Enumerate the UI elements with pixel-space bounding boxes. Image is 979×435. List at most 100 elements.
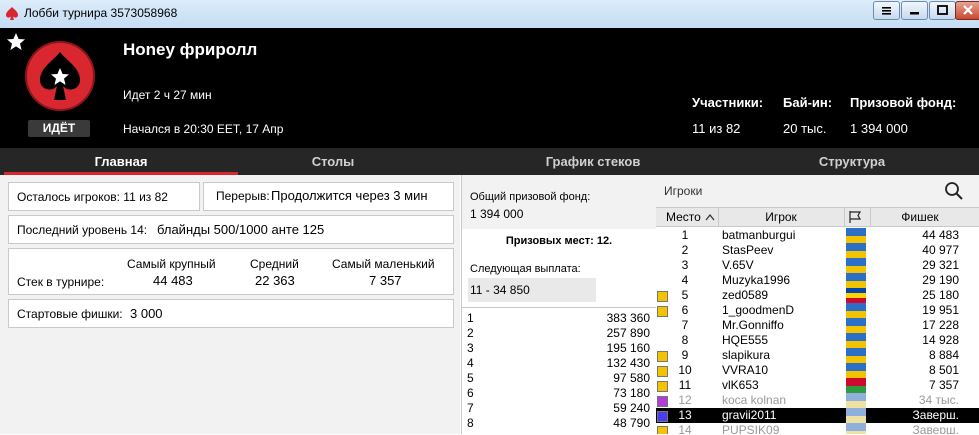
player-place: 14 — [678, 423, 692, 434]
col-chips[interactable]: Фишек — [870, 210, 970, 224]
player-row[interactable]: 9 slapikura 8 884 — [656, 348, 979, 363]
player-search-input[interactable]: Игроки — [664, 184, 702, 198]
search-icon[interactable] — [944, 181, 964, 201]
players-table-header: Место Игрок Фишек — [656, 208, 979, 227]
player-row[interactable]: 12 koca kolnan 34 тыс. — [656, 393, 979, 408]
payout-row: 7 59 240 — [462, 401, 656, 416]
player-name: Mr.Gonniffo — [722, 318, 784, 332]
favorite-star-icon[interactable] — [6, 32, 26, 52]
maximize-button[interactable] — [929, 1, 956, 20]
prize-pool-label: Общий призовой фонд: — [470, 191, 591, 203]
player-row[interactable]: 5 zed0589 25 180 — [656, 288, 979, 303]
payout-amount: 195 160 — [606, 341, 650, 355]
player-country-flag-icon — [846, 408, 866, 423]
tab-stack-chart[interactable]: График стеков — [470, 148, 716, 175]
minimize-button[interactable] — [901, 1, 928, 20]
payout-place: 7 — [467, 401, 474, 415]
payout-place: 2 — [467, 326, 474, 340]
participants-value: 11 из 82 — [692, 121, 741, 136]
player-chips: 25 180 — [922, 288, 959, 302]
player-row[interactable]: 4 Muzyka1996 29 190 — [656, 273, 979, 288]
player-place: 13 — [678, 408, 692, 422]
payout-row: 3 195 160 — [462, 341, 656, 356]
player-name: slapikura — [722, 348, 771, 362]
player-chips: Заверш. — [912, 408, 959, 422]
player-chips: 8 884 — [928, 348, 959, 362]
sort-ascending-icon[interactable] — [705, 213, 715, 221]
buyin-label: Бай-ин: — [783, 95, 833, 110]
player-place: 1 — [681, 228, 689, 242]
player-row[interactable]: 8 HQE555 14 928 — [656, 333, 979, 348]
flag-column-icon[interactable] — [847, 210, 863, 224]
buyin-value: 20 тыс. — [783, 121, 827, 136]
player-place: 12 — [678, 393, 692, 407]
starting-chips-box: Стартовые фишки: 3 000 — [8, 299, 454, 328]
largest-stack-value: 44 483 — [153, 273, 193, 288]
prize-pool-value: 1 394 000 — [470, 207, 524, 221]
window-title-bar[interactable]: Лобби турнира 3573058968 — [0, 0, 979, 29]
col-player[interactable]: Игрок — [718, 210, 844, 224]
player-place: 11 — [678, 378, 692, 392]
average-stack-label: Средний — [250, 257, 299, 271]
prize-panel: Общий призовой фонд: 1 394 000 Призовых … — [461, 175, 657, 435]
player-country-flag-icon — [846, 273, 866, 288]
player-country-flag-icon — [846, 228, 866, 243]
col-place[interactable]: Место — [666, 210, 701, 224]
next-payout-field: 11 - 34 850 — [468, 278, 596, 302]
player-row[interactable]: 11 vlK653 7 357 — [656, 378, 979, 393]
player-row[interactable]: 10 VVRA10 8 501 — [656, 363, 979, 378]
player-country-flag-icon — [846, 348, 866, 363]
stack-box: Стек в турнире: Самый крупный 44 483 Сре… — [8, 248, 454, 295]
player-chips: 44 483 — [922, 228, 959, 242]
maximize-icon — [937, 5, 948, 15]
player-chips: 8 501 — [928, 363, 959, 377]
player-place: 9 — [681, 348, 689, 362]
starting-chips-label: Стартовые фишки: — [17, 307, 123, 321]
player-country-flag-icon — [846, 243, 866, 258]
player-search-bar[interactable]: Игроки — [656, 175, 979, 208]
payout-amount: 383 360 — [606, 311, 650, 325]
player-chips: 19 951 — [922, 303, 959, 317]
window-title: Лобби турнира 3573058968 — [24, 6, 178, 20]
player-country-flag-icon — [846, 288, 866, 303]
player-name: V.65V — [722, 258, 754, 272]
player-country-flag-icon — [846, 318, 866, 333]
player-row[interactable]: 14 PUPSIK09 Заверш. — [656, 423, 979, 434]
player-row[interactable]: 6 1_goodmenD 19 951 — [656, 303, 979, 318]
player-name: koca kolnan — [722, 393, 787, 407]
player-name: zed0589 — [722, 288, 769, 302]
break-label: Перерыв: — [216, 189, 270, 203]
stack-label: Стек в турнире: — [17, 275, 105, 289]
start-time: Начался в 20:30 EET, 17 Апр — [123, 122, 284, 136]
payout-amount: 48 790 — [613, 416, 650, 430]
player-row[interactable]: 13 gravii2011 Заверш. — [656, 408, 979, 423]
menu-button[interactable] — [873, 1, 900, 20]
player-chips: Заверш. — [912, 423, 959, 434]
players-left-box: Осталось игроков: 11 из 82 — [8, 182, 200, 211]
player-place: 2 — [681, 243, 689, 257]
player-name: Muzyka1996 — [722, 273, 791, 287]
player-place: 4 — [681, 273, 689, 287]
player-place: 8 — [681, 333, 689, 347]
payout-place: 6 — [467, 386, 474, 400]
tab-structure[interactable]: Структура — [730, 148, 974, 175]
player-row[interactable]: 1 batmanburgui 44 483 — [656, 228, 979, 243]
player-place: 5 — [681, 288, 689, 302]
close-icon — [963, 5, 973, 15]
close-button[interactable] — [955, 1, 979, 20]
player-name: PUPSIK09 — [722, 423, 780, 434]
player-row[interactable]: 3 V.65V 29 321 — [656, 258, 979, 273]
level-value: блайнды 500/1000 анте 125 — [157, 222, 325, 237]
payout-amount: 257 890 — [606, 326, 650, 340]
pokerstars-logo-icon — [6, 7, 18, 20]
player-row[interactable]: 2 StasPeev 40 977 — [656, 243, 979, 258]
tab-main[interactable]: Главная — [4, 148, 238, 175]
player-row[interactable]: 7 Mr.Gonniffo 17 228 — [656, 318, 979, 333]
player-name: VVRA10 — [722, 363, 769, 377]
player-country-flag-icon — [846, 363, 866, 378]
player-chips: 7 357 — [928, 378, 959, 392]
player-country-flag-icon — [846, 258, 866, 273]
tab-tables[interactable]: Столы — [238, 148, 428, 175]
payout-place: 1 — [467, 311, 474, 325]
payout-row: 8 48 790 — [462, 416, 656, 431]
